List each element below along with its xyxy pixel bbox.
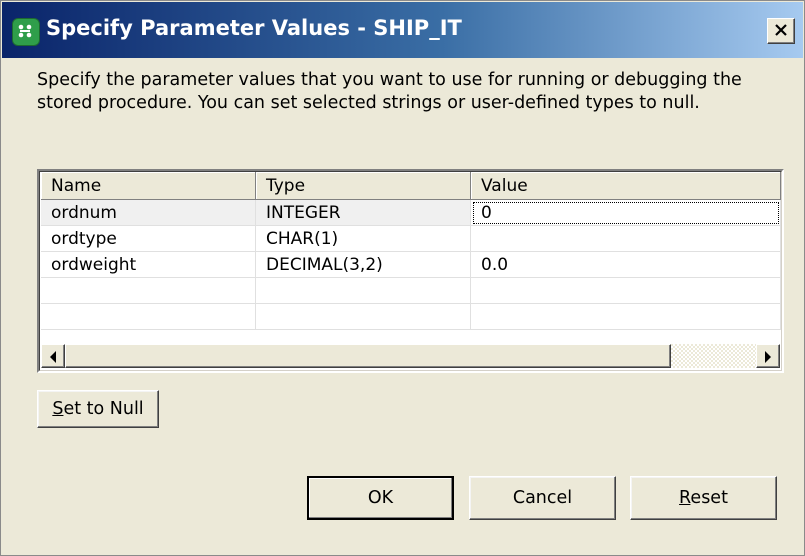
column-header-type[interactable]: Type <box>256 172 471 200</box>
table-cell-type[interactable]: DECIMAL(3,2) <box>256 252 471 278</box>
table-cell-name[interactable] <box>41 278 256 304</box>
table-cell-type[interactable]: CHAR(1) <box>256 226 471 252</box>
arrow-right-icon <box>765 351 771 363</box>
column-header-name[interactable]: Name <box>41 172 256 200</box>
scroll-left-button[interactable] <box>41 344 65 368</box>
scrollbar-thumb[interactable] <box>65 344 671 368</box>
table-cell-value[interactable]: 0.0 <box>471 252 781 278</box>
table-cell-value[interactable] <box>471 304 781 330</box>
close-button[interactable] <box>767 18 795 44</box>
arrow-left-icon <box>50 351 56 363</box>
table-cell-name[interactable]: ordtype <box>41 226 256 252</box>
reset-mnemonic: R <box>679 488 691 508</box>
cancel-button[interactable]: Cancel <box>469 476 616 520</box>
scroll-right-button[interactable] <box>756 344 780 368</box>
instructions-text: Specify the parameter values that you wa… <box>37 70 742 113</box>
parameter-values-dialog: Specify Parameter Values - SHIP_IT Speci… <box>0 0 805 556</box>
table-cell-type[interactable] <box>256 278 471 304</box>
table-cell-name[interactable]: ordnum <box>41 200 256 226</box>
reset-label: eset <box>690 488 728 508</box>
table-cell-value-input[interactable]: 0 <box>471 200 781 226</box>
table-cell-type[interactable] <box>256 304 471 330</box>
table-cell-value[interactable] <box>471 226 781 252</box>
horizontal-scrollbar[interactable] <box>41 344 780 368</box>
table-cell-name[interactable] <box>41 304 256 330</box>
close-x-icon <box>775 24 787 36</box>
column-header-value[interactable]: Value <box>471 172 781 200</box>
app-grid-icon <box>12 18 40 46</box>
table-cell-value[interactable] <box>471 278 781 304</box>
table-cell-type[interactable]: INTEGER <box>256 200 471 226</box>
set-to-null-label: et to Null <box>63 399 144 419</box>
parameter-table: Name Type Value ordnum INTEGER 0 ordtype… <box>37 169 784 373</box>
set-to-null-mnemonic: S <box>52 399 64 419</box>
table-cell-name[interactable]: ordweight <box>41 252 256 278</box>
window-title: Specify Parameter Values - SHIP_IT <box>46 16 462 40</box>
set-to-null-button[interactable]: Set to Null <box>37 390 159 428</box>
reset-button[interactable]: Reset <box>630 476 777 520</box>
scrollbar-track[interactable] <box>671 344 756 368</box>
ok-button[interactable]: OK <box>307 476 454 520</box>
title-bar[interactable]: Specify Parameter Values - SHIP_IT <box>2 2 803 58</box>
